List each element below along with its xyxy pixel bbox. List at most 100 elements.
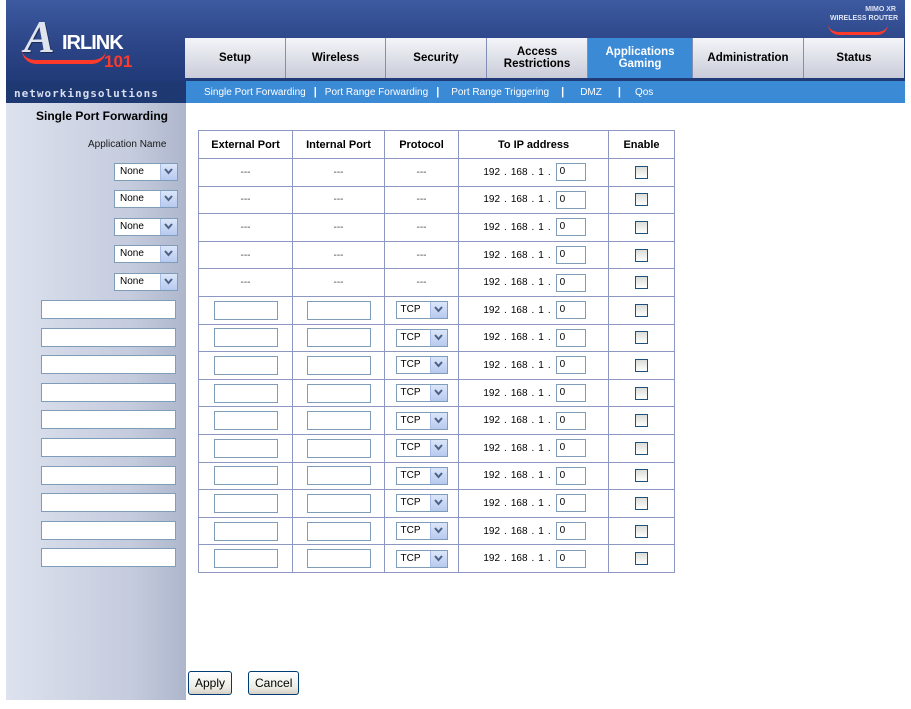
enable-cell xyxy=(608,158,675,187)
apply-button[interactable]: Apply xyxy=(188,671,233,695)
enable-checkbox[interactable] xyxy=(635,331,648,345)
cancel-button[interactable]: Cancel xyxy=(248,671,300,695)
internal-port-input[interactable] xyxy=(306,549,371,569)
enable-checkbox[interactable] xyxy=(635,496,648,510)
tab-status[interactable]: Status xyxy=(804,38,904,78)
ip-last-octet-input[interactable]: 0 xyxy=(555,218,586,237)
protocol-select[interactable]: TCP xyxy=(395,328,448,347)
ip-last-octet-input[interactable]: 0 xyxy=(555,439,586,458)
internal-port-input[interactable] xyxy=(306,493,371,513)
enable-checkbox[interactable] xyxy=(635,552,648,566)
subnav-dmz[interactable]: DMZ xyxy=(564,87,618,98)
tab-setup[interactable]: Setup xyxy=(185,38,286,78)
external-port-input[interactable] xyxy=(213,466,278,486)
subnav-qos[interactable]: Qos xyxy=(621,87,661,98)
protocol-value: TCP xyxy=(400,387,421,399)
external-port-input[interactable] xyxy=(213,355,278,375)
application-select[interactable]: None xyxy=(114,162,178,181)
internal-port-input[interactable] xyxy=(306,521,371,541)
enable-checkbox[interactable] xyxy=(635,193,648,207)
tab-applications-gaming[interactable]: Applications Gaming xyxy=(588,38,693,78)
application-name-input[interactable] xyxy=(41,493,176,513)
application-name-input[interactable] xyxy=(41,465,176,485)
internal-port-input[interactable] xyxy=(306,411,371,431)
protocol-select[interactable]: TCP xyxy=(395,494,448,513)
enable-checkbox[interactable] xyxy=(635,248,648,262)
subnav-single-port-forwarding[interactable]: Single Port Forwarding xyxy=(186,87,314,98)
enable-checkbox[interactable] xyxy=(635,276,648,290)
subnav-port-range-triggering[interactable]: Port Range Triggering xyxy=(439,87,561,98)
external-port-input[interactable] xyxy=(213,549,278,569)
ip-last-octet-input[interactable]: 0 xyxy=(555,190,586,209)
internal-port-input[interactable] xyxy=(306,328,371,348)
enable-checkbox[interactable] xyxy=(635,469,648,483)
ip-last-octet-input[interactable]: 0 xyxy=(555,328,586,347)
ip-last-octet-input[interactable]: 0 xyxy=(555,411,586,430)
application-name-input[interactable] xyxy=(41,355,176,375)
application-select[interactable]: None xyxy=(114,245,178,264)
enable-checkbox[interactable] xyxy=(635,386,648,400)
ip-last-octet-input[interactable]: 0 xyxy=(555,356,586,375)
external-port-input[interactable] xyxy=(213,411,278,431)
enable-checkbox[interactable] xyxy=(635,165,648,179)
application-name-input[interactable] xyxy=(41,382,176,402)
enable-checkbox[interactable] xyxy=(635,441,648,455)
ip-last-octet-input[interactable]: 0 xyxy=(555,384,586,403)
enable-checkbox[interactable] xyxy=(635,414,648,428)
external-port-input[interactable] xyxy=(213,383,278,403)
chevron-down-icon xyxy=(160,218,177,235)
protocol-select[interactable]: TCP xyxy=(395,411,448,430)
ip-last-octet-input[interactable]: 0 xyxy=(555,522,586,541)
ip-last-octet-input[interactable]: 0 xyxy=(555,163,586,182)
external-port-input[interactable] xyxy=(213,521,278,541)
internal-port-input[interactable] xyxy=(306,300,371,320)
external-port-cell xyxy=(198,489,293,518)
internal-port-input[interactable] xyxy=(306,355,371,375)
ip-last-octet-input[interactable]: 0 xyxy=(555,301,586,320)
subnav-port-range-forwarding[interactable]: Port Range Forwarding xyxy=(317,87,436,98)
ip-octet-3: 1 xyxy=(538,387,544,399)
application-select-value: None xyxy=(120,165,144,177)
protocol-select[interactable]: TCP xyxy=(395,301,448,320)
external-port-input[interactable] xyxy=(213,300,278,320)
internal-port-input[interactable] xyxy=(306,438,371,458)
external-port-cell: --- xyxy=(198,185,293,215)
tab-security[interactable]: Security xyxy=(386,38,487,78)
application-name-input[interactable] xyxy=(41,300,176,319)
protocol-select[interactable]: TCP xyxy=(395,466,448,485)
external-port-input[interactable] xyxy=(213,438,278,458)
tab-administration[interactable]: Administration xyxy=(693,38,804,78)
external-port-cell xyxy=(198,406,293,435)
protocol-value: TCP xyxy=(400,331,421,343)
protocol-select[interactable]: TCP xyxy=(395,549,448,568)
application-select[interactable]: None xyxy=(114,190,178,209)
tab-access-restrictions[interactable]: Access Restrictions xyxy=(487,38,588,78)
protocol-select[interactable]: TCP xyxy=(395,439,448,458)
protocol-select[interactable]: TCP xyxy=(395,356,448,375)
internal-port-input[interactable] xyxy=(306,466,371,486)
enable-checkbox[interactable] xyxy=(635,303,648,317)
application-select[interactable]: None xyxy=(114,217,178,236)
ip-last-octet-input[interactable]: 0 xyxy=(555,549,586,568)
ip-address-cell: 192. 168. 1. 0 xyxy=(458,268,609,297)
external-port-cell xyxy=(198,378,293,408)
application-name-input[interactable] xyxy=(41,438,176,457)
application-name-input[interactable] xyxy=(41,410,176,430)
enable-checkbox[interactable] xyxy=(635,358,648,372)
tab-wireless[interactable]: Wireless xyxy=(286,38,386,78)
ip-last-octet-input[interactable]: 0 xyxy=(555,246,586,265)
application-name-input[interactable] xyxy=(41,520,176,540)
application-name-input[interactable] xyxy=(41,327,176,347)
ip-last-octet-input[interactable]: 0 xyxy=(555,466,586,485)
enable-checkbox[interactable] xyxy=(635,524,648,538)
external-port-input[interactable] xyxy=(213,328,278,348)
external-port-input[interactable] xyxy=(213,493,278,513)
internal-port-input[interactable] xyxy=(306,383,371,403)
protocol-select[interactable]: TCP xyxy=(395,522,448,541)
enable-checkbox[interactable] xyxy=(635,220,648,234)
application-select[interactable]: None xyxy=(114,272,178,291)
protocol-select[interactable]: TCP xyxy=(395,384,448,403)
ip-last-octet-input[interactable]: 0 xyxy=(555,494,586,513)
application-name-input[interactable] xyxy=(41,548,176,568)
ip-last-octet-input[interactable]: 0 xyxy=(555,273,586,292)
